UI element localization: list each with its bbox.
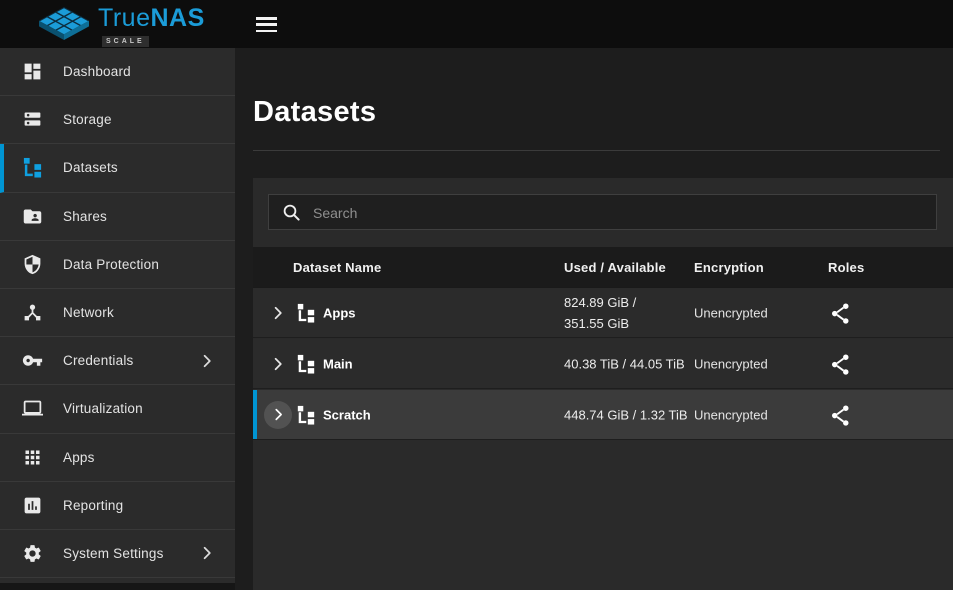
sidebar-item-dashboard[interactable]: Dashboard [0, 48, 235, 96]
datasets-tree-icon [20, 156, 44, 180]
main-content: Datasets Dataset Name Used / Available E… [235, 48, 953, 590]
key-icon [20, 349, 44, 373]
table-row-scratch[interactable]: Scratch 448.74 GiB / 1.32 TiB Unencrypte… [253, 390, 953, 440]
expand-chevron-button[interactable] [264, 401, 292, 429]
sidebar-nav: Dashboard Storage Datasets Shares Data P… [0, 48, 235, 590]
dataset-name: Apps [323, 305, 356, 320]
chevron-right-icon [199, 353, 215, 369]
shared-folder-icon [20, 204, 44, 228]
used-available-value: 40.38 TiB / 44.05 TiB [564, 353, 692, 374]
sidebar-item-storage[interactable]: Storage [0, 96, 235, 144]
sidebar-item-system-settings[interactable]: System Settings [0, 530, 235, 578]
sidebar-item-credentials[interactable]: Credentials [0, 337, 235, 385]
table-row-apps[interactable]: Apps 824.89 GiB / 351.55 GiB Unencrypted [253, 288, 953, 338]
share-roles-icon[interactable] [830, 353, 850, 375]
network-hub-icon [20, 301, 44, 325]
sidebar-item-virtualization[interactable]: Virtualization [0, 385, 235, 433]
used-line-2: 351.55 GiB [564, 313, 692, 334]
hamburger-menu-icon[interactable] [256, 17, 278, 32]
table-row-main[interactable]: Main 40.38 TiB / 44.05 TiB Unencrypted [253, 339, 953, 389]
column-header-roles: Roles [828, 247, 864, 287]
dataset-tree-icon [296, 303, 316, 323]
bar-chart-icon [20, 493, 44, 517]
sidebar-item-label: Network [63, 305, 114, 320]
sidebar-item-label: System Settings [63, 546, 164, 561]
sidebar-item-label: Storage [63, 112, 112, 127]
top-bar: TrueNAS SCALE [0, 0, 953, 48]
used-line-1: 40.38 TiB / 44.05 TiB [564, 353, 692, 374]
brand-true: True [98, 4, 150, 32]
table-header: Dataset Name Used / Available Encryption… [253, 247, 953, 288]
used-line-1: 824.89 GiB / [564, 292, 692, 313]
search-icon [282, 203, 300, 221]
sidebar-item-label: Shares [63, 209, 107, 224]
laptop-icon [20, 397, 44, 421]
sidebar-item-label: Apps [63, 450, 95, 465]
sidebar-item-data-protection[interactable]: Data Protection [0, 241, 235, 289]
dataset-name: Main [323, 356, 353, 371]
truenas-logo-icon [38, 6, 90, 42]
sidebar-item-label: Virtualization [63, 401, 143, 416]
sidebar-item-apps[interactable]: Apps [0, 434, 235, 482]
encryption-value: Unencrypted [694, 356, 768, 371]
truenas-logo[interactable]: TrueNAS SCALE [38, 6, 205, 47]
search-input[interactable] [311, 195, 925, 231]
storage-icon [20, 108, 44, 132]
sidebar-item-reporting[interactable]: Reporting [0, 482, 235, 530]
sidebar-item-network[interactable]: Network [0, 289, 235, 337]
dataset-tree-icon [296, 354, 316, 374]
used-available-value: 448.74 GiB / 1.32 TiB [564, 404, 692, 425]
title-divider [253, 150, 940, 151]
used-available-value: 824.89 GiB / 351.55 GiB [564, 292, 692, 334]
sidebar-bottom-bar [0, 583, 235, 590]
dashboard-icon [20, 60, 44, 84]
dataset-tree-icon [296, 405, 316, 425]
gear-icon [20, 541, 44, 565]
datasets-card: Dataset Name Used / Available Encryption… [253, 178, 953, 590]
brand-scale-badge: SCALE [102, 36, 149, 47]
column-header-encryption: Encryption [694, 247, 764, 287]
sidebar-item-label: Data Protection [63, 257, 159, 272]
sidebar-item-datasets[interactable]: Datasets [0, 144, 235, 192]
sidebar-item-label: Dashboard [63, 64, 131, 79]
column-header-dataset-name: Dataset Name [293, 247, 381, 287]
truenas-wordmark: TrueNAS SCALE [98, 6, 205, 47]
share-roles-icon[interactable] [830, 404, 850, 426]
brand-nas: NAS [150, 4, 204, 32]
sidebar-item-shares[interactable]: Shares [0, 193, 235, 241]
sidebar-item-label: Credentials [63, 353, 134, 368]
encryption-value: Unencrypted [694, 407, 768, 422]
dataset-name: Scratch [323, 407, 371, 422]
page-title: Datasets [253, 96, 376, 129]
expand-chevron-icon[interactable] [270, 356, 286, 372]
sidebar-item-label: Datasets [63, 160, 118, 175]
chevron-right-icon [199, 545, 215, 561]
used-line-1: 448.74 GiB / 1.32 TiB [564, 404, 692, 425]
share-roles-icon[interactable] [830, 302, 850, 324]
encryption-value: Unencrypted [694, 305, 768, 320]
search-bar [268, 194, 937, 230]
shield-icon [20, 252, 44, 276]
sidebar-item-label: Reporting [63, 498, 123, 513]
apps-grid-icon [20, 445, 44, 469]
expand-chevron-icon[interactable] [270, 305, 286, 321]
column-header-used-available: Used / Available [564, 247, 666, 287]
